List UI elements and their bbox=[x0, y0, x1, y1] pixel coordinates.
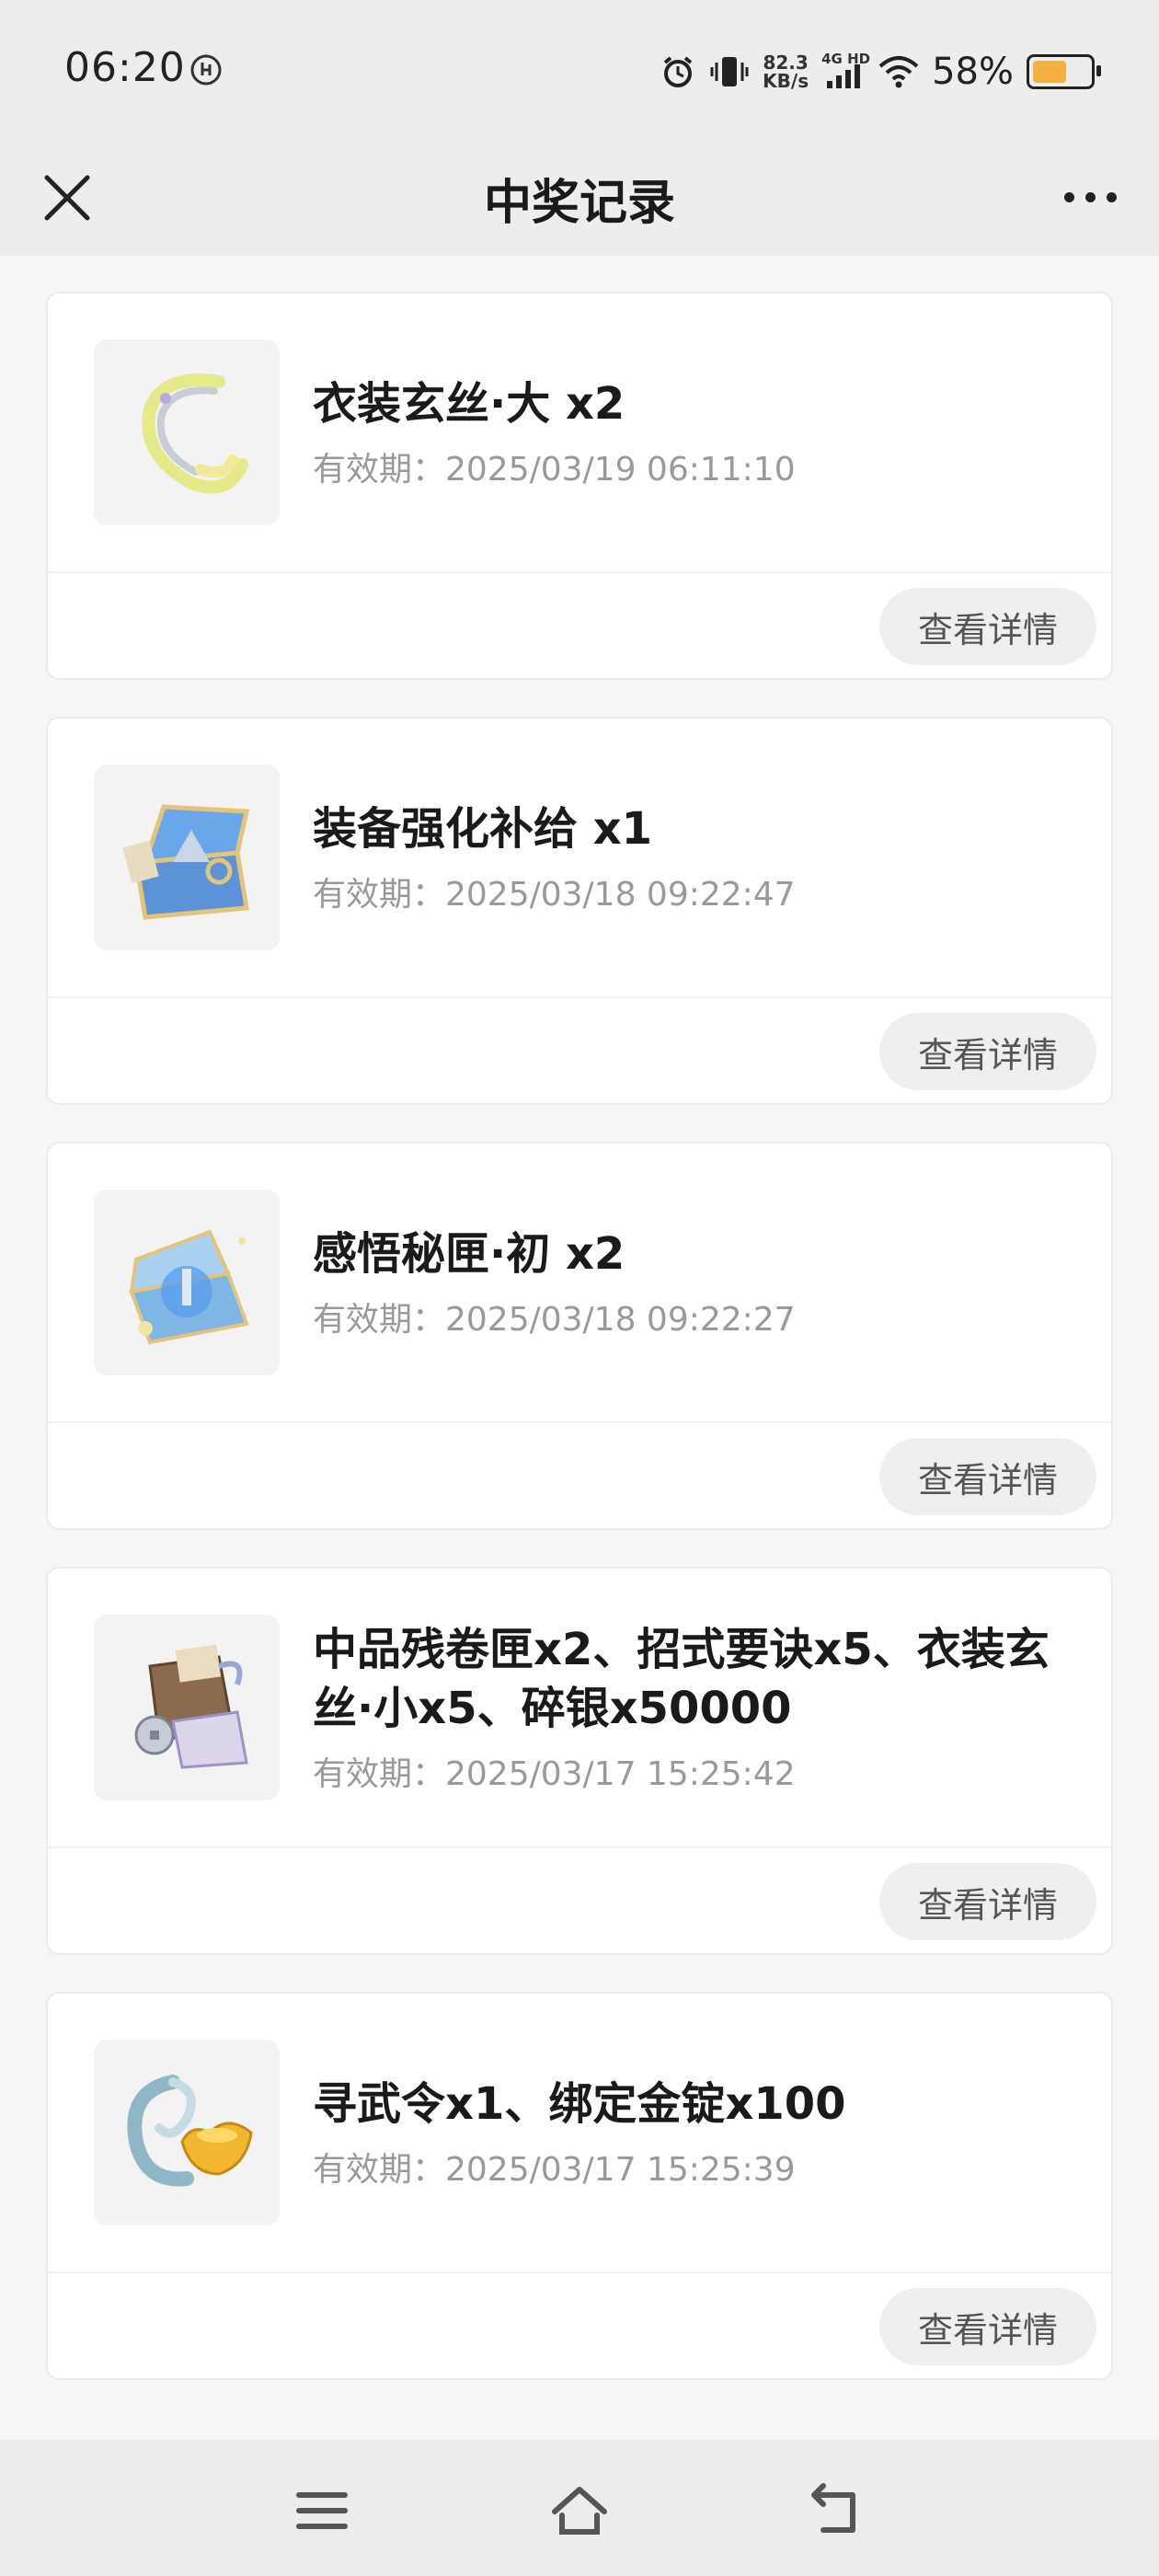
net-speed: 82.3 KB/s bbox=[763, 53, 809, 90]
view-details-button[interactable]: 查看详情 bbox=[879, 1438, 1096, 1515]
silk-thread-icon bbox=[142, 374, 248, 494]
title-bar: 中奖记录 bbox=[0, 138, 1159, 256]
net-speed-value: 82.3 bbox=[763, 52, 809, 74]
view-details-button[interactable]: 查看详情 bbox=[879, 1863, 1096, 1940]
prize-image bbox=[94, 765, 280, 950]
more-icon-dot bbox=[1084, 191, 1096, 202]
battery-icon bbox=[1027, 54, 1101, 89]
prize-info: 寻武令x1、绑定金锭x100 有效期：2025/03/17 15:25:39 bbox=[313, 1994, 1056, 2271]
prize-image bbox=[94, 2040, 280, 2225]
status-time: 06:20 bbox=[64, 44, 186, 91]
more-icon-dot bbox=[1106, 191, 1117, 202]
prize-validity: 有效期：2025/03/18 09:22:47 bbox=[313, 876, 796, 914]
prize-name: 装备强化补给 x1 bbox=[313, 803, 653, 855]
prize-validity: 有效期：2025/03/18 09:22:27 bbox=[313, 1301, 796, 1339]
prize-image bbox=[94, 1190, 280, 1375]
prize-name: 衣装玄丝·大 x2 bbox=[313, 378, 625, 430]
prize-record-card: 衣装玄丝·大 x2 有效期：2025/03/19 06:11:10 查看详情 bbox=[46, 292, 1113, 680]
prize-image bbox=[94, 339, 280, 525]
prize-record-card: 中品残卷匣x2、招式要诀x5、衣装玄丝·小x5、碎银x50000 有效期：202… bbox=[46, 1567, 1113, 1955]
prize-info: 中品残卷匣x2、招式要诀x5、衣装玄丝·小x5、碎银x50000 有效期：202… bbox=[313, 1569, 1056, 1846]
equipment-chest-icon bbox=[122, 804, 250, 920]
net-speed-unit: KB/s bbox=[763, 70, 809, 92]
prize-record-card: 装备强化补给 x1 有效期：2025/03/18 09:22:47 查看详情 bbox=[46, 717, 1113, 1105]
prize-validity: 有效期：2025/03/19 06:11:10 bbox=[313, 451, 796, 489]
view-details-button[interactable]: 查看详情 bbox=[879, 588, 1096, 665]
more-icon-dot bbox=[1063, 191, 1074, 202]
prize-record-card: 感悟秘匣·初 x2 有效期：2025/03/18 09:22:27 查看详情 bbox=[46, 1142, 1113, 1530]
status-bar: 06:20 82.3 KB/s 4G HD 58% bbox=[0, 0, 1159, 138]
page-title: 中奖记录 bbox=[483, 176, 675, 231]
menu-icon[interactable] bbox=[290, 2478, 354, 2543]
system-nav-bar bbox=[0, 2440, 1159, 2576]
wifi-icon bbox=[878, 56, 919, 88]
prize-info: 装备强化补给 x1 有效期：2025/03/18 09:22:47 bbox=[313, 719, 1056, 996]
prize-image bbox=[94, 1615, 280, 1800]
signal-icon: 4G HD bbox=[821, 51, 870, 90]
card-divider bbox=[48, 571, 1111, 573]
prize-name: 感悟秘匣·初 x2 bbox=[313, 1228, 625, 1280]
battery-percent: 58% bbox=[932, 51, 1014, 93]
more-button[interactable] bbox=[1049, 164, 1131, 230]
prize-record-card: 寻武令x1、绑定金锭x100 有效期：2025/03/17 15:25:39 查… bbox=[46, 1992, 1113, 2380]
insight-box-icon bbox=[129, 1229, 249, 1345]
vibrate-icon bbox=[710, 57, 749, 86]
prize-name: 中品残卷匣x2、招式要诀x5、衣装玄丝·小x5、碎银x50000 bbox=[313, 1624, 1050, 1734]
status-indicators: 82.3 KB/s 4G HD 58% bbox=[660, 44, 1101, 99]
view-details-button[interactable]: 查看详情 bbox=[879, 1013, 1096, 1090]
back-icon[interactable] bbox=[805, 2478, 869, 2543]
clock-badge-icon bbox=[190, 54, 222, 86]
card-divider bbox=[48, 1846, 1111, 1848]
card-divider bbox=[48, 996, 1111, 998]
battery-level bbox=[1033, 61, 1066, 83]
scroll-bundle-icon bbox=[134, 1644, 248, 1769]
prize-info: 衣装玄丝·大 x2 有效期：2025/03/19 06:11:10 bbox=[313, 293, 1056, 571]
prize-record-list: 衣装玄丝·大 x2 有效期：2025/03/19 06:11:10 查看详情 装… bbox=[46, 292, 1113, 2417]
card-divider bbox=[48, 1421, 1111, 1423]
home-icon[interactable] bbox=[547, 2478, 612, 2543]
token-gold-ingot-icon bbox=[127, 2075, 253, 2187]
prize-validity: 有效期：2025/03/17 15:25:42 bbox=[313, 1755, 796, 1793]
prize-validity: 有效期：2025/03/17 15:25:39 bbox=[313, 2151, 796, 2189]
alarm-icon bbox=[663, 56, 693, 87]
prize-name: 寻武令x1、绑定金锭x100 bbox=[313, 2078, 846, 2130]
view-details-button[interactable]: 查看详情 bbox=[879, 2288, 1096, 2365]
prize-info: 感悟秘匣·初 x2 有效期：2025/03/18 09:22:27 bbox=[313, 1144, 1056, 1421]
card-divider bbox=[48, 2271, 1111, 2273]
